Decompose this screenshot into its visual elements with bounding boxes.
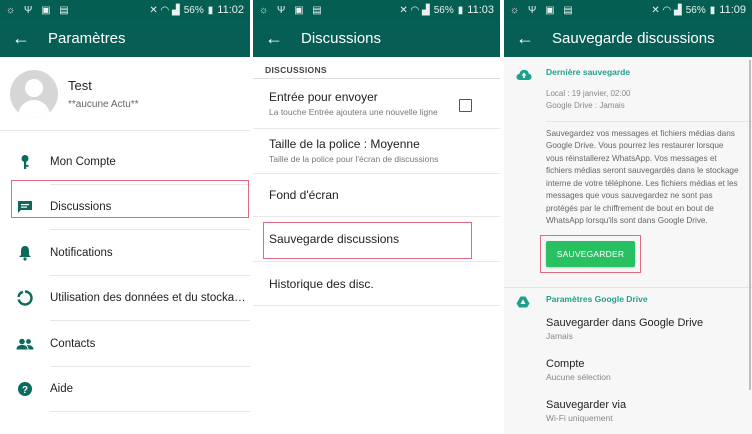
setting-chat-history[interactable]: Historique des disc. [253, 262, 500, 306]
profile-name: Test [68, 77, 92, 93]
backup-screen: ☼ Ψ ▣ ▤ ✕ ◠ ▟ 56% ▮ 11:09 ← Sauvegarde d… [504, 0, 752, 434]
setting-subtitle: Taille de la police pour l'écran de disc… [269, 154, 439, 165]
section-title: Dernière sauvegarde [546, 67, 631, 77]
menu-label-help: Aide [50, 383, 74, 396]
avatar[interactable] [10, 69, 58, 118]
menu-item-data-usage[interactable]: Utilisation des données et du stocka… [0, 276, 250, 321]
app-bar: ← Paramètres [0, 20, 250, 57]
setting-wallpaper[interactable]: Fond d'écran [253, 174, 500, 217]
setting-font-size[interactable]: Taille de la police : Moyenne Taille de … [253, 129, 500, 174]
highlight-box-save [540, 234, 641, 273]
menu-item-help[interactable]: ? Aide [0, 367, 250, 412]
setting-title: Compte [546, 357, 585, 370]
battery-level: 56% [685, 4, 706, 16]
data-usage-icon [0, 290, 50, 306]
google-drive-icon [516, 294, 546, 308]
back-arrow-icon[interactable]: ← [12, 28, 48, 49]
profile-row[interactable]: Test **aucune Actu** [0, 57, 250, 131]
highlight-box-discussions [11, 180, 249, 218]
setting-subtitle: Jamais [546, 330, 573, 341]
svg-text:?: ? [22, 385, 28, 396]
cloud-upload-icon [516, 67, 546, 80]
backup-description: Sauvegardez vos messages et fichiers méd… [546, 129, 739, 226]
menu-item-account[interactable]: Mon Compte [0, 139, 250, 185]
battery-level: 56% [433, 4, 454, 16]
signal-icons: ✕ ◠ ▟ [149, 4, 180, 16]
status-bar: ☼ Ψ ▣ ▤ ✕ ◠ ▟ 56% ▮ 11:09 [504, 0, 752, 20]
battery-icon: ▮ [709, 4, 716, 16]
key-icon [0, 154, 50, 170]
notification-icons: ☼ Ψ ▣ ▤ [6, 4, 72, 16]
discussions-screen: ☼ Ψ ▣ ▤ ✕ ◠ ▟ 56% ▮ 11:03 ← Discussions … [253, 0, 500, 434]
signal-icons: ✕ ◠ ▟ [651, 4, 682, 16]
clock: 11:03 [467, 4, 494, 16]
local-backup-info: Local : 19 janvier, 02:00 [546, 89, 631, 98]
setting-account[interactable]: Compte Aucune sélection [504, 358, 752, 382]
page-title: Sauvegarde discussions [552, 30, 715, 47]
signal-icons: ✕ ◠ ▟ [399, 4, 430, 16]
notification-icons: ☼ Ψ ▣ ▤ [259, 4, 325, 16]
menu-label-contacts: Contacts [50, 337, 96, 350]
setting-backup-via[interactable]: Sauvegarder via Wi-Fi uniquement [504, 399, 752, 423]
battery-icon: ▮ [207, 4, 214, 16]
drive-settings-header: Paramètres Google Drive [504, 294, 752, 308]
clock: 11:09 [719, 4, 746, 16]
menu-label-notifications: Notifications [50, 246, 113, 259]
battery-level: 56% [183, 4, 204, 16]
back-arrow-icon[interactable]: ← [516, 28, 552, 49]
app-bar: ← Discussions [253, 20, 500, 57]
setting-subtitle: La touche Entrée ajoutera une nouvelle l… [269, 106, 438, 117]
setting-title: Historique des disc. [269, 276, 374, 291]
enter-send-checkbox[interactable] [459, 99, 472, 112]
status-bar: ☼ Ψ ▣ ▤ ✕ ◠ ▟ 56% ▮ 11:03 [253, 0, 500, 20]
menu-label-account: Mon Compte [50, 155, 116, 168]
page-title: Discussions [301, 30, 382, 47]
highlight-box-backup [263, 222, 472, 259]
menu-label-data-usage: Utilisation des données et du stocka… [50, 292, 246, 305]
setting-title: Taille de la police : Moyenne [269, 137, 420, 152]
setting-subtitle: Aucune sélection [546, 371, 611, 382]
setting-subtitle: Wi-Fi uniquement [546, 412, 613, 423]
battery-icon: ▮ [457, 4, 464, 16]
bell-icon [0, 245, 50, 261]
setting-enter-send[interactable]: Entrée pour envoyer La touche Entrée ajo… [253, 79, 500, 129]
status-bar: ☼ Ψ ▣ ▤ ✕ ◠ ▟ 56% ▮ 11:02 [0, 0, 250, 20]
last-backup-header: Dernière sauvegarde [504, 67, 752, 80]
setting-title: Fond d'écran [269, 188, 339, 202]
app-bar: ← Sauvegarde discussions [504, 20, 752, 57]
section-title: Paramètres Google Drive [546, 293, 648, 304]
settings-screen: ☼ Ψ ▣ ▤ ✕ ◠ ▟ 56% ▮ 11:02 ← Paramètres T… [0, 0, 250, 434]
menu-item-contacts[interactable]: Contacts [0, 321, 250, 367]
setting-title: Sauvegarder dans Google Drive [546, 316, 704, 329]
setting-title: Sauvegarder via [546, 398, 627, 411]
scrollbar[interactable] [749, 60, 751, 390]
notification-icons: ☼ Ψ ▣ ▤ [510, 4, 576, 16]
menu-item-notifications[interactable]: Notifications [0, 230, 250, 276]
help-icon: ? [0, 381, 50, 397]
section-header: DISCUSSIONS [253, 57, 500, 79]
contacts-icon [0, 338, 50, 350]
clock: 11:02 [217, 4, 244, 16]
profile-status: **aucune Actu** [68, 98, 139, 110]
setting-backup-to-drive[interactable]: Sauvegarder dans Google Drive Jamais [504, 317, 752, 341]
back-arrow-icon[interactable]: ← [265, 28, 301, 49]
drive-backup-info: Google Drive : Jamais [546, 101, 625, 110]
page-title: Paramètres [48, 30, 126, 47]
